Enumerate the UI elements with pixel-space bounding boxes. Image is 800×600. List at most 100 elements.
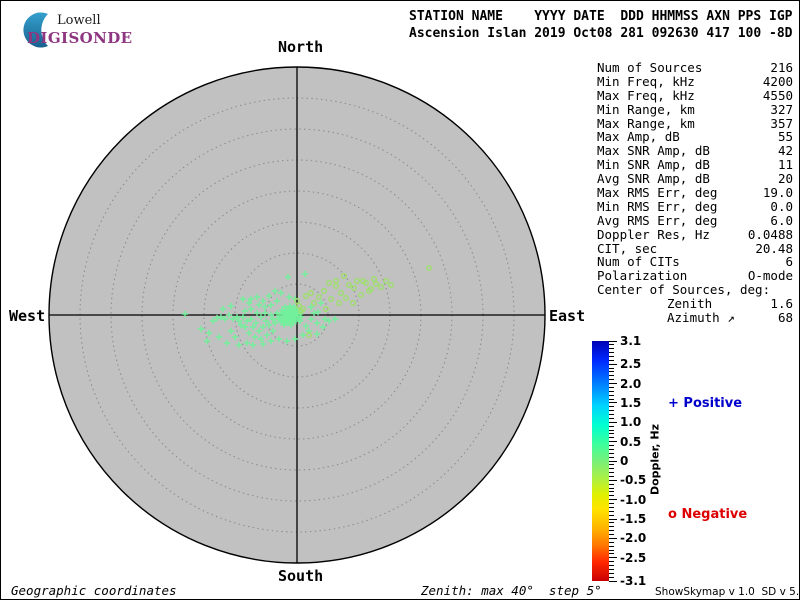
colorbar-minor-tick <box>609 368 614 369</box>
colorbar-tick-label: 0.5 <box>620 435 641 449</box>
colorbar-minor-tick <box>609 526 614 527</box>
colorbar-minor-tick <box>609 445 614 446</box>
colorbar-minor-tick <box>609 410 614 411</box>
colorbar-minor-tick <box>609 352 614 353</box>
colorbar-minor-tick <box>609 360 614 361</box>
colorbar-minor-tick <box>609 418 614 419</box>
colorbar-major-tick <box>609 383 617 384</box>
compass-west-label: West <box>9 307 45 325</box>
colorbar-minor-tick <box>609 546 614 547</box>
stat-row: Max SNR Amp, dB42 <box>597 144 793 158</box>
colorbar-minor-tick <box>609 476 614 477</box>
colorbar-minor-tick <box>609 414 614 415</box>
compass-east-label: East <box>549 307 585 325</box>
colorbar-axis-label: Doppler, Hz <box>649 418 662 502</box>
colorbar-minor-tick <box>609 573 614 574</box>
stat-row: CIT, sec20.48 <box>597 242 793 256</box>
stat-row: Min RMS Err, deg0.0 <box>597 200 793 214</box>
colorbar-minor-tick <box>609 391 614 392</box>
colorbar-minor-tick <box>609 565 614 566</box>
colorbar-minor-tick <box>609 507 614 508</box>
colorbar-minor-tick <box>609 344 614 345</box>
stat-row: Min SNR Amp, dB11 <box>597 158 793 172</box>
colorbar-tick-label: 0 <box>620 454 628 468</box>
footer-zenith-scale: Zenith: max 40° step 5° <box>421 583 602 600</box>
skymap-window: Lowell DIGISONDE STATION NAME YYYY DATE … <box>0 0 800 600</box>
colorbar-major-tick <box>609 441 617 442</box>
colorbar-tick-label: -1.0 <box>620 493 646 507</box>
colorbar-major-tick <box>609 581 617 582</box>
colorbar-tick-label: -0.5 <box>620 473 646 487</box>
colorbar-major-tick <box>609 461 617 462</box>
colorbar-major-tick <box>609 519 617 520</box>
colorbar-tick-label: 1.5 <box>620 396 641 410</box>
stat-row: Max Amp, dB55 <box>597 130 793 144</box>
colorbar-minor-tick <box>609 395 614 396</box>
colorbar-major-tick <box>609 364 617 365</box>
stat-row: Min Freq, kHz4200 <box>597 75 793 89</box>
colorbar-tick-label: -3.1 <box>620 574 646 588</box>
colorbar-tick-label: -2.5 <box>620 551 646 565</box>
colorbar-minor-tick <box>609 488 614 489</box>
doppler-colorbar <box>592 341 609 581</box>
colorbar-major-tick <box>609 402 617 403</box>
colorbar-minor-tick <box>609 375 614 376</box>
colorbar-tick-label: 2.5 <box>620 357 641 371</box>
colorbar-major-tick <box>609 341 617 342</box>
colorbar-minor-tick <box>609 371 614 372</box>
colorbar-minor-tick <box>609 484 614 485</box>
colorbar-minor-tick <box>609 453 614 454</box>
stat-row: Azimuth ↗68 <box>597 311 793 325</box>
colorbar-minor-tick <box>609 511 614 512</box>
stat-row: Num of Sources216 <box>597 61 793 75</box>
compass-south-label: South <box>278 567 323 585</box>
colorbar-tick-label: -1.5 <box>620 512 646 526</box>
stat-row: Zenith1.6 <box>597 297 793 311</box>
stat-row: Max Freq, kHz4550 <box>597 89 793 103</box>
stat-row: Avg RMS Err, deg6.0 <box>597 214 793 228</box>
compass-north-label: North <box>278 38 323 56</box>
colorbar-tick-label: 2.0 <box>620 377 641 391</box>
colorbar-minor-tick <box>609 399 614 400</box>
colorbar-minor-tick <box>609 379 614 380</box>
colorbar-major-tick <box>609 538 617 539</box>
colorbar-minor-tick <box>609 503 614 504</box>
colorbar-minor-tick <box>609 449 614 450</box>
colorbar-minor-tick <box>609 356 614 357</box>
stats-panel: Num of Sources216Min Freq, kHz4200Max Fr… <box>597 61 793 325</box>
colorbar-minor-tick <box>609 569 614 570</box>
stat-row: PolarizationO-mode <box>597 269 793 283</box>
colorbar-minor-tick <box>609 457 614 458</box>
colorbar-minor-tick <box>609 387 614 388</box>
colorbar-minor-tick <box>609 495 614 496</box>
colorbar-tick-label: -2.0 <box>620 531 646 545</box>
colorbar-minor-tick <box>609 491 614 492</box>
stat-row: Min Range, km327 <box>597 103 793 117</box>
colorbar-tick-label: 3.1 <box>620 334 641 348</box>
stat-row: Avg SNR Amp, dB20 <box>597 172 793 186</box>
colorbar-major-tick <box>609 422 617 423</box>
colorbar-minor-tick <box>609 515 614 516</box>
stat-row: Max Range, km357 <box>597 117 793 131</box>
colorbar-minor-tick <box>609 426 614 427</box>
colorbar-minor-tick <box>609 553 614 554</box>
colorbar-tick-label: 1.0 <box>620 415 641 429</box>
colorbar-minor-tick <box>609 534 614 535</box>
stat-row: Num of CITs6 <box>597 255 793 269</box>
legend-positive: + Positive <box>668 396 742 411</box>
colorbar-minor-tick <box>609 542 614 543</box>
footer-coordinate-system: Geographic coordinates <box>11 583 177 600</box>
colorbar-minor-tick <box>609 530 614 531</box>
colorbar-minor-tick <box>609 468 614 469</box>
colorbar-major-tick <box>609 480 617 481</box>
colorbar-major-tick <box>609 557 617 558</box>
colorbar-minor-tick <box>609 561 614 562</box>
colorbar-minor-tick <box>609 464 614 465</box>
colorbar-minor-tick <box>609 472 614 473</box>
colorbar-minor-tick <box>609 348 614 349</box>
colorbar-minor-tick <box>609 437 614 438</box>
stat-row: Doppler Res, Hz0.0488 <box>597 228 793 242</box>
stat-row: Center of Sources, deg: <box>597 283 793 297</box>
colorbar-minor-tick <box>609 522 614 523</box>
footer-version: ShowSkymap v 1.0 SD v 5.1 <box>655 586 800 600</box>
